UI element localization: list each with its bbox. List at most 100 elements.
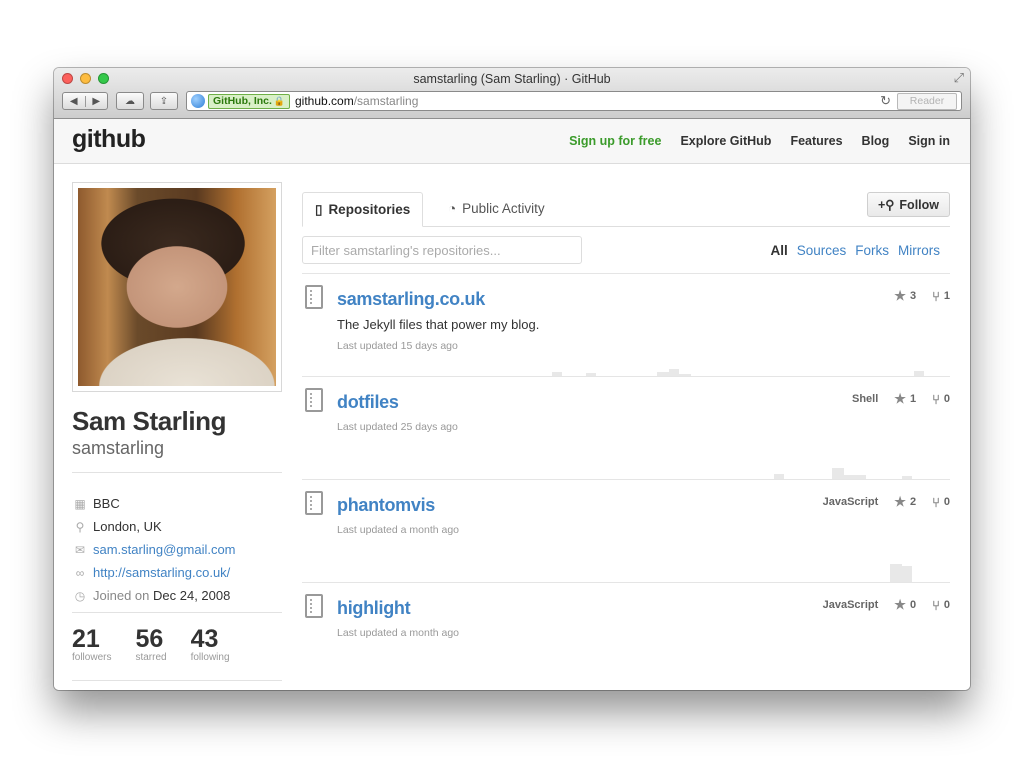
icloud-tabs-button[interactable]: ☁ [116, 92, 144, 110]
activity-bar [669, 369, 679, 376]
star-icon: ★ [894, 391, 906, 406]
website-link[interactable]: http://samstarling.co.uk/ [93, 565, 230, 580]
stat-number: 43 [190, 625, 219, 653]
location-text: London, UK [93, 519, 162, 534]
clock-icon: ◷ [74, 588, 86, 603]
activity-bar [890, 564, 902, 582]
filter-mirrors[interactable]: Mirrors [898, 243, 940, 258]
activity-graph [302, 564, 950, 582]
github-header: github Sign up for free Explore GitHub F… [54, 119, 970, 164]
stat-followers[interactable]: 21 followers [72, 626, 111, 663]
reader-button[interactable]: Reader [897, 93, 957, 110]
detail-company: ▦ BBC [72, 492, 282, 515]
fullscreen-icon[interactable]: ⤢ [954, 70, 964, 86]
nav-sign-in[interactable]: Sign in [908, 134, 950, 148]
stat-label: following [190, 652, 230, 663]
repo-filter-input[interactable] [302, 236, 582, 264]
repo-name[interactable]: dotfiles [337, 392, 399, 413]
stat-starred[interactable]: 56 starred [135, 626, 166, 663]
star-count[interactable]: 1 [910, 393, 916, 405]
detail-joined: ◷ Joined on Dec 24, 2008 [72, 584, 282, 607]
repo-meta: JavaScript ★ 2 ⑂ 0 [823, 494, 950, 510]
profile-fullname: Sam Starling [72, 406, 227, 436]
profile-tabs: ▯ Repositories ◔ Public Activity [302, 192, 950, 227]
cloud-icon: ☁ [125, 95, 135, 107]
fork-icon: ⑂ [932, 597, 940, 613]
back-icon[interactable]: ◀ [63, 95, 86, 107]
stat-label: starred [135, 652, 167, 663]
profile-username: samstarling [72, 438, 165, 458]
repo-name[interactable]: phantomvis [337, 495, 435, 516]
fork-count[interactable]: 0 [944, 496, 950, 508]
profile-page: Sam Starling samstarling ▦ BBC ⚲ London,… [54, 164, 970, 690]
profile-details: ▦ BBC ⚲ London, UK ✉ sam.starling@gmail.… [72, 492, 282, 607]
star-count[interactable]: 0 [910, 599, 916, 611]
building-icon: ▦ [74, 496, 86, 511]
star-count[interactable]: 2 [910, 496, 916, 508]
filter-forks[interactable]: Forks [855, 243, 889, 258]
activity-bar [832, 468, 844, 479]
fork-icon: ⑂ [932, 288, 940, 304]
nav-sign-up[interactable]: Sign up for free [569, 134, 661, 148]
repo-book-icon [305, 388, 323, 412]
forward-icon[interactable]: ▶ [86, 96, 108, 107]
repo-name[interactable]: highlight [337, 598, 411, 619]
activity-graph [302, 364, 950, 376]
repo-item: highlight Last updated a month ago JavaS… [302, 582, 950, 685]
repo-language: JavaScript [822, 496, 879, 508]
follow-label: Follow [899, 197, 939, 212]
nav-features[interactable]: Features [790, 134, 842, 148]
back-forward-buttons: ◀ ▶ [62, 92, 108, 110]
nav-explore[interactable]: Explore GitHub [680, 134, 771, 148]
location-pin-icon: ⚲ [75, 519, 85, 534]
activity-graph [302, 467, 950, 479]
url-text: github.com/samstarling [295, 94, 418, 108]
repo-language: JavaScript [822, 599, 879, 611]
star-icon: ★ [894, 597, 906, 612]
github-logo[interactable]: github [72, 125, 146, 154]
follow-button[interactable]: +⚲ Follow [866, 192, 950, 217]
stat-following[interactable]: 43 following [191, 626, 230, 663]
email-link[interactable]: sam.starling@gmail.com [93, 542, 236, 557]
nav-blog[interactable]: Blog [862, 134, 890, 148]
link-icon: ∞ [75, 565, 85, 580]
repo-updated: Last updated 25 days ago [337, 421, 458, 433]
lock-icon: 🔒 [273, 96, 286, 106]
repo-type-filter: All Sources Forks Mirrors [770, 243, 940, 258]
ev-certificate-badge[interactable]: GitHub, Inc. 🔒 [208, 94, 291, 109]
fork-count[interactable]: 0 [944, 599, 950, 611]
url-host: github.com [295, 94, 354, 108]
repo-name[interactable]: samstarling.co.uk [337, 289, 485, 310]
stat-number: 21 [72, 625, 100, 653]
reload-icon[interactable]: ↻ [880, 93, 891, 109]
tab-repositories[interactable]: ▯ Repositories [302, 192, 424, 227]
fork-icon: ⑂ [932, 494, 940, 510]
add-user-icon: +⚲ [877, 198, 895, 212]
browser-titlebar: samstarling (Sam Starling) · GitHub ⤢ ◀ … [54, 68, 970, 119]
tab-label: Public Activity [462, 201, 545, 216]
divider [72, 680, 282, 681]
star-count[interactable]: 3 [910, 290, 916, 302]
detail-location: ⚲ London, UK [72, 515, 282, 538]
address-bar[interactable]: GitHub, Inc. 🔒 github.com/samstarling ↻ R… [186, 91, 962, 111]
repo-book-icon [305, 285, 323, 309]
avatar [78, 188, 276, 386]
rss-icon: ◔ [448, 201, 457, 216]
repo-updated: Last updated a month ago [337, 524, 460, 536]
share-button[interactable]: ⇪ [150, 92, 178, 110]
repo-item: samstarling.co.uk The Jekyll files that … [302, 273, 950, 376]
repo-meta: ★ 3 ⑂ 1 [894, 288, 950, 304]
repo-item: dotfiles Last updated 25 days ago Shell … [302, 376, 950, 479]
divider [72, 612, 282, 613]
repo-updated: Last updated 15 days ago [337, 340, 458, 352]
stat-number: 56 [135, 625, 164, 653]
detail-email: ✉ sam.starling@gmail.com [72, 538, 282, 561]
joined-label: Joined on [93, 588, 150, 603]
fork-count[interactable]: 0 [944, 393, 950, 405]
filter-sources[interactable]: Sources [797, 243, 847, 258]
tab-public-activity[interactable]: ◔ Public Activity [436, 192, 557, 225]
filter-all[interactable]: All [770, 243, 787, 258]
repo-updated: Last updated a month ago [337, 627, 460, 639]
fork-count[interactable]: 1 [944, 290, 950, 302]
avatar-frame [72, 182, 282, 392]
